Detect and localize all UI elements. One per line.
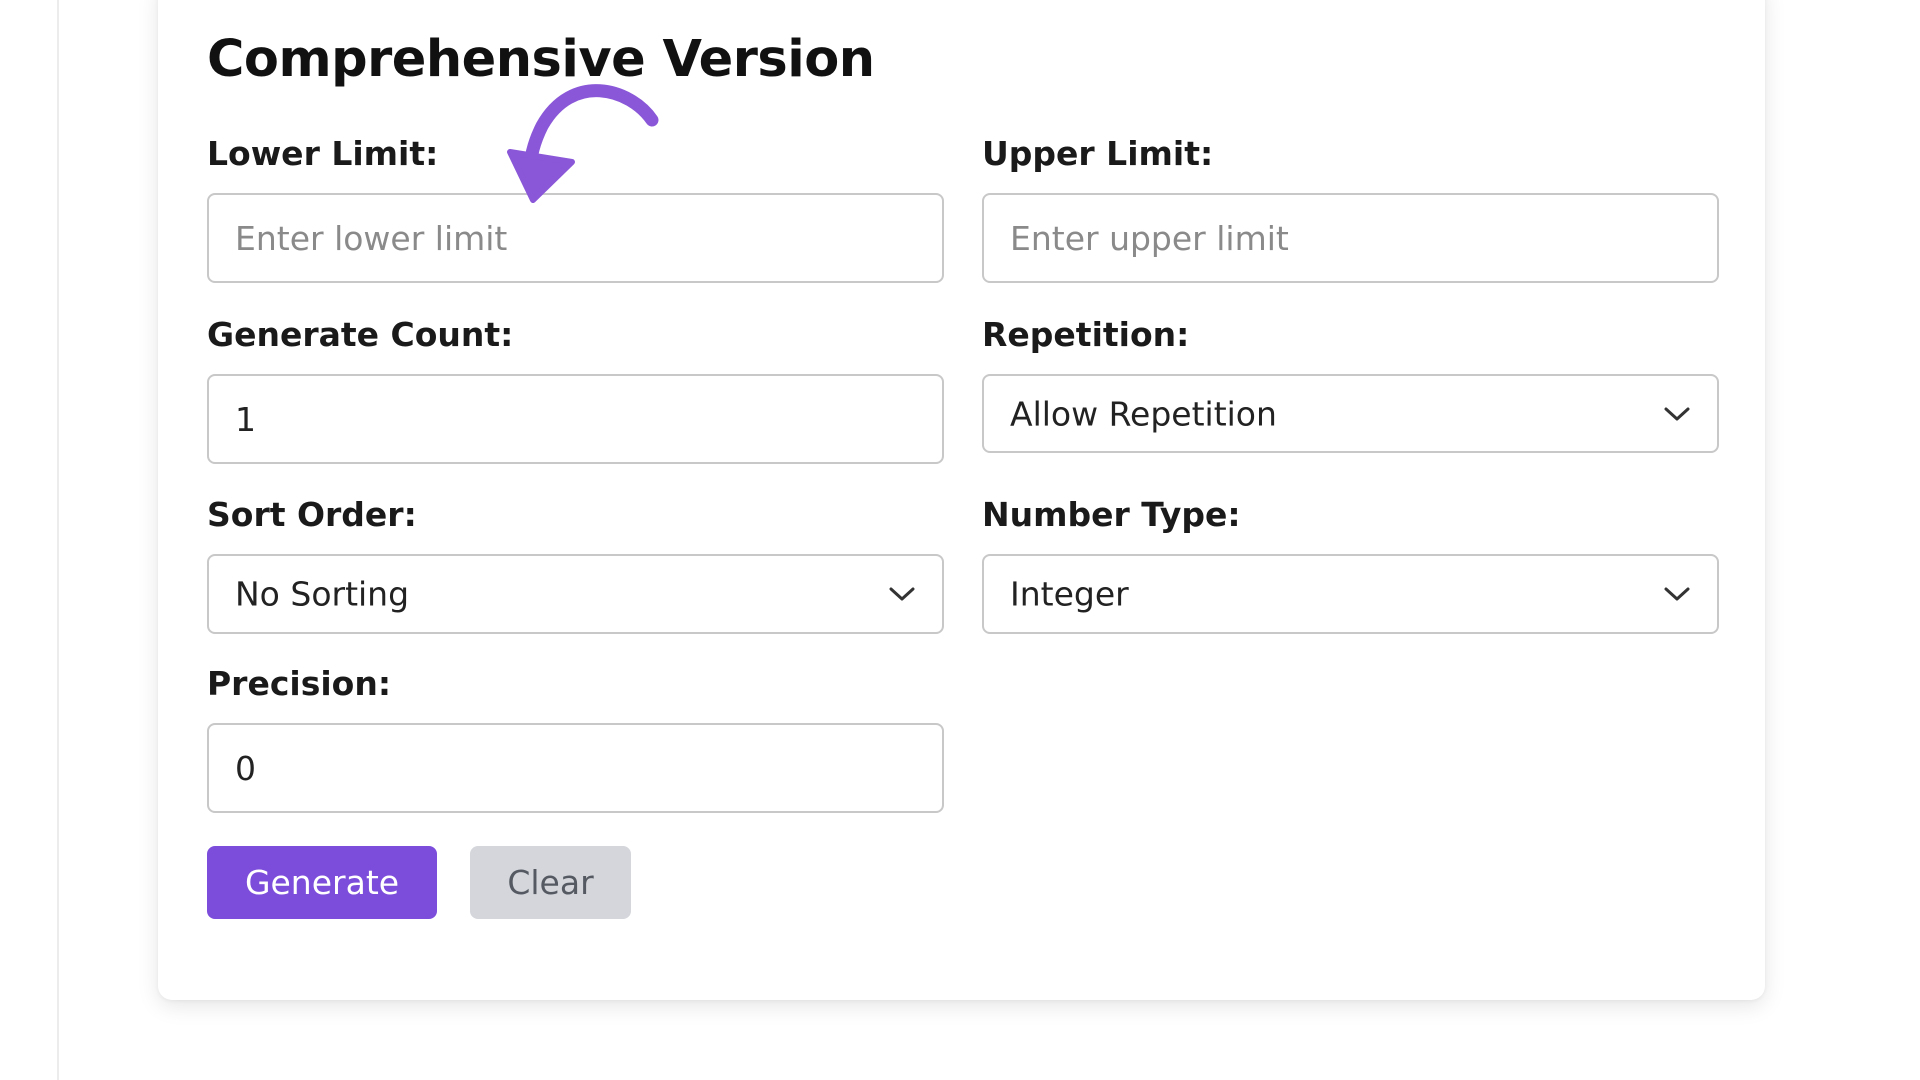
sort-order-label: Sort Order: bbox=[207, 495, 417, 534]
generate-count-field[interactable] bbox=[207, 374, 944, 464]
generate-count-input[interactable] bbox=[209, 376, 942, 462]
chevron-down-icon bbox=[889, 587, 915, 601]
chevron-down-icon bbox=[1664, 407, 1690, 420]
curved-arrow-icon bbox=[507, 84, 659, 203]
precision-label: Precision: bbox=[207, 664, 392, 703]
sort-order-selected-value: No Sorting bbox=[235, 574, 410, 614]
upper-limit-label: Upper Limit: bbox=[982, 134, 1214, 173]
left-divider bbox=[57, 0, 59, 1080]
sort-order-select[interactable]: No Sorting bbox=[207, 554, 944, 634]
chevron-down-icon bbox=[1664, 587, 1690, 601]
upper-limit-field[interactable] bbox=[982, 193, 1719, 283]
clear-button[interactable]: Clear bbox=[470, 846, 631, 919]
number-type-selected-value: Integer bbox=[1010, 574, 1129, 614]
repetition-selected-value: Allow Repetition bbox=[1010, 394, 1277, 433]
precision-field[interactable] bbox=[207, 723, 944, 813]
upper-limit-input[interactable] bbox=[984, 195, 1717, 281]
generate-count-label: Generate Count: bbox=[207, 315, 514, 354]
number-type-label: Number Type: bbox=[982, 495, 1241, 534]
repetition-select[interactable]: Allow Repetition bbox=[982, 374, 1719, 453]
number-type-select[interactable]: Integer bbox=[982, 554, 1719, 634]
repetition-label: Repetition: bbox=[982, 315, 1190, 354]
page: Comprehensive Version Lower Limit: Upper… bbox=[0, 0, 1920, 1080]
generate-button[interactable]: Generate bbox=[207, 846, 437, 919]
precision-input[interactable] bbox=[209, 725, 942, 811]
lower-limit-label: Lower Limit: bbox=[207, 134, 439, 173]
